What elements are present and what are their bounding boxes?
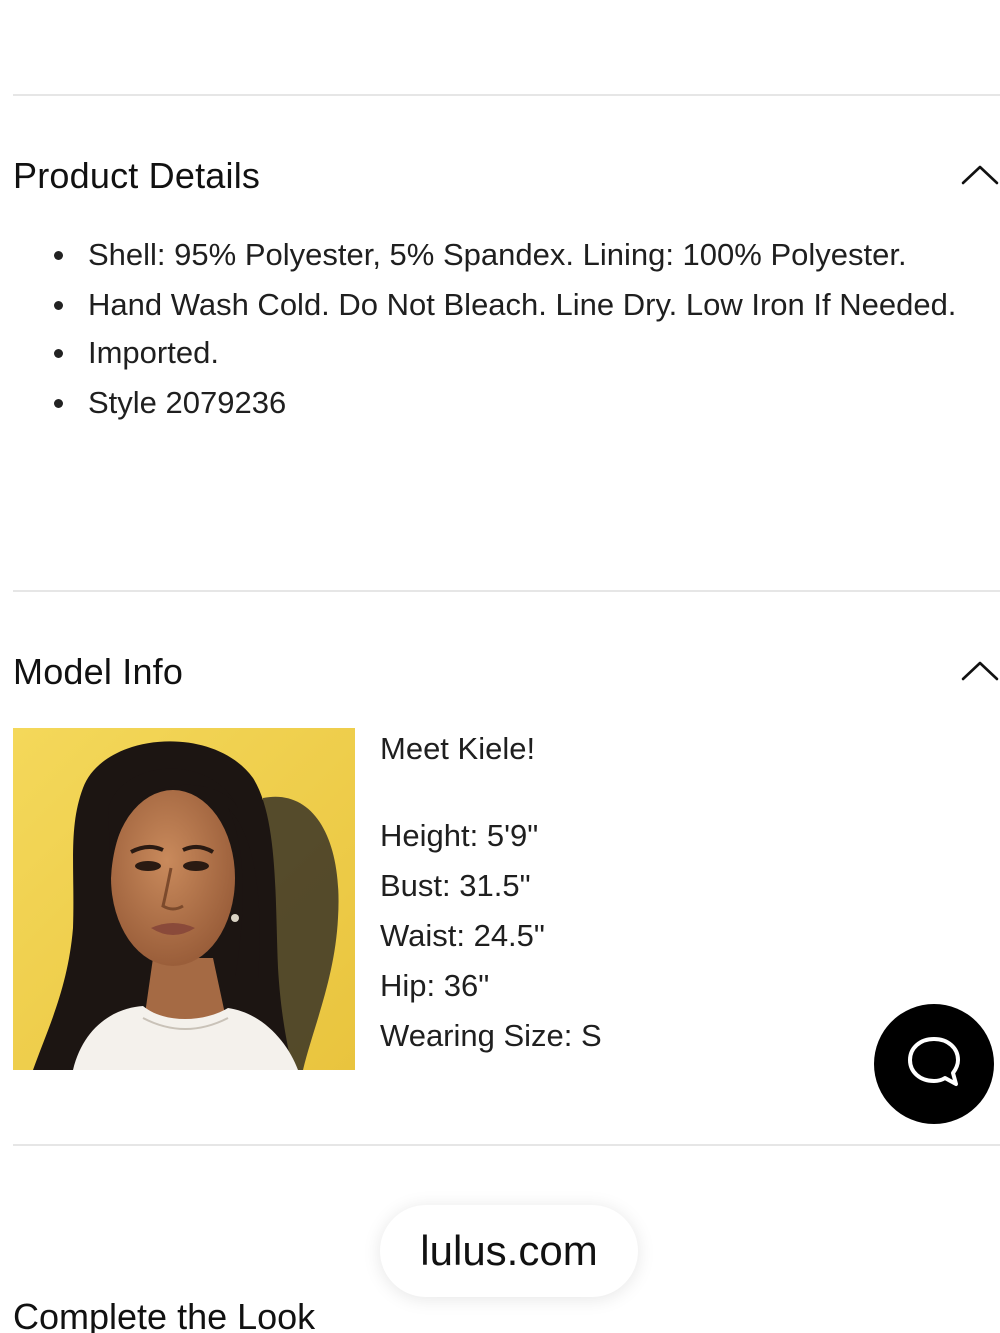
- site-url-label: lulus.com: [420, 1227, 598, 1274]
- bullet-icon: [54, 349, 63, 358]
- product-details-list: Shell: 95% Polyester, 5% Spandex. Lining…: [48, 230, 978, 428]
- list-item: Shell: 95% Polyester, 5% Spandex. Lining…: [48, 230, 978, 280]
- bullet-icon: [54, 251, 63, 260]
- model-stat-height: Height: 5'9": [380, 818, 539, 853]
- chat-button[interactable]: [874, 1004, 994, 1124]
- chevron-up-icon[interactable]: [960, 655, 1000, 690]
- bullet-icon: [54, 301, 63, 310]
- product-info-page: Product Details Shell: 95% Polyester, 5%…: [0, 0, 1000, 1333]
- detail-text: Imported.: [88, 335, 219, 370]
- product-details-header[interactable]: Product Details: [13, 151, 1000, 201]
- list-item: Imported.: [48, 328, 978, 378]
- model-info-header[interactable]: Model Info: [13, 647, 1000, 697]
- list-item: Style 2079236: [48, 378, 978, 428]
- detail-text: Style 2079236: [88, 385, 287, 420]
- model-stat-waist: Waist: 24.5": [380, 918, 545, 953]
- model-stat-bust: Bust: 31.5": [380, 868, 531, 903]
- divider: [13, 94, 1000, 96]
- complete-the-look-title: Complete the Look: [13, 1296, 316, 1333]
- model-intro: Meet Kiele!: [380, 731, 536, 766]
- bullet-icon: [54, 399, 63, 408]
- detail-text: Hand Wash Cold. Do Not Bleach. Line Dry.…: [88, 287, 957, 322]
- site-url-pill[interactable]: lulus.com: [380, 1205, 638, 1297]
- list-item: Hand Wash Cold. Do Not Bleach. Line Dry.…: [48, 280, 978, 330]
- model-stat-hip: Hip: 36": [380, 968, 490, 1003]
- product-details-title: Product Details: [13, 155, 261, 196]
- chevron-up-icon[interactable]: [960, 159, 1000, 194]
- divider: [13, 1144, 1000, 1146]
- model-photo: [13, 728, 355, 1070]
- detail-text: Shell: 95% Polyester, 5% Spandex. Lining…: [88, 237, 907, 272]
- model-stat-size: Wearing Size: S: [380, 1018, 602, 1053]
- model-stats: Meet Kiele! Height: 5'9" Bust: 31.5" Wai…: [380, 724, 602, 1061]
- divider: [13, 590, 1000, 592]
- chat-bubble-icon: [904, 1032, 964, 1097]
- model-info-title: Model Info: [13, 651, 184, 692]
